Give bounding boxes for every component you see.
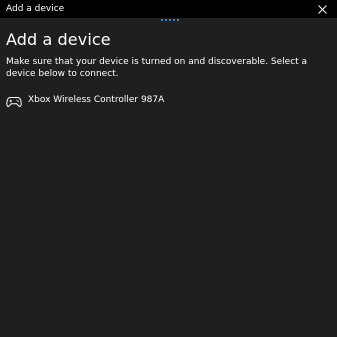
progress-dot [177, 19, 179, 21]
progress-dot [165, 19, 167, 21]
progress-dot [173, 19, 175, 21]
progress-dot [161, 19, 163, 21]
device-name: Xbox Wireless Controller 987A [28, 95, 165, 105]
searching-progress-indicator [161, 19, 179, 21]
gamepad-icon [6, 96, 22, 108]
add-device-dialog: Add a device Add a device Make sure that… [0, 0, 337, 337]
window-title: Add a device [6, 4, 65, 14]
device-list-item[interactable]: Xbox Wireless Controller 987A [0, 90, 337, 112]
title-bar: Add a device [0, 0, 337, 18]
progress-dot [169, 19, 171, 21]
instructions-text: Make sure that your device is turned on … [6, 57, 308, 79]
close-button[interactable] [307, 0, 337, 18]
close-icon [317, 4, 327, 14]
page-heading: Add a device [6, 30, 111, 49]
